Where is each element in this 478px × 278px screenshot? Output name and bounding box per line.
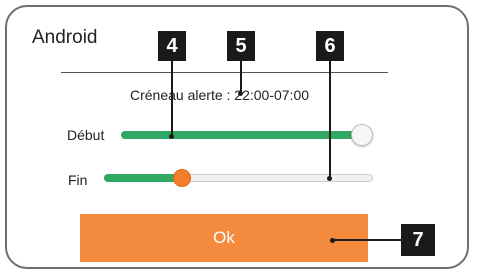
callout-7-leader (333, 239, 401, 241)
alert-window-label: Créneau alerte : 22:00-07:00 (130, 87, 310, 103)
callout-6: 6 (316, 31, 344, 61)
callout-4-leader (171, 61, 173, 137)
title-divider (61, 72, 388, 73)
end-slider-fill (104, 174, 183, 182)
end-slider[interactable] (104, 174, 373, 182)
dialog-title: Android (32, 27, 98, 48)
callout-4-dot (169, 134, 174, 139)
callout-7: 7 (401, 224, 435, 256)
start-slider-thumb[interactable] (351, 124, 373, 146)
end-label: Fin (68, 172, 88, 188)
end-slider-thumb[interactable] (173, 169, 191, 187)
callout-5-leader (240, 61, 242, 94)
callout-5-dot (238, 91, 243, 96)
start-label: Début (67, 127, 105, 143)
callout-4: 4 (158, 31, 186, 61)
start-slider-fill (121, 131, 363, 139)
callout-6-dot (327, 176, 332, 181)
page: Android Créneau alerte : 22:00-07:00 Déb… (0, 0, 478, 278)
callout-6-leader (329, 61, 331, 179)
callout-5: 5 (227, 31, 255, 61)
ok-button[interactable]: Ok (80, 214, 368, 262)
start-slider[interactable] (121, 131, 373, 139)
